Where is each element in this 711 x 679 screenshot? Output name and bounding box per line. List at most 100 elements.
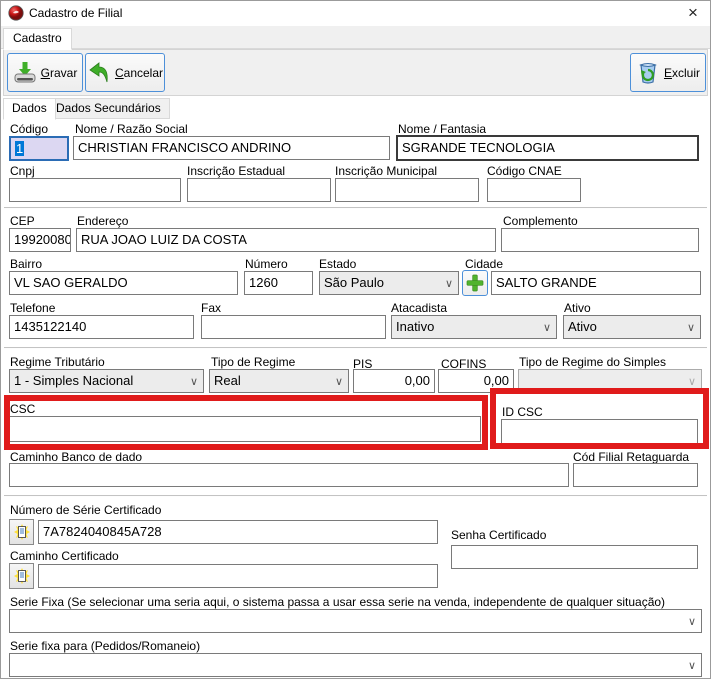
chevron-down-icon: ∨ (688, 612, 696, 632)
caminho-certificado-field[interactable] (38, 564, 438, 588)
telefone-label: Telefone (10, 301, 55, 315)
serie-fixa-para-dropdown[interactable]: ∨ (9, 653, 702, 677)
numero-serie-certificado-label: Número de Série Certificado (10, 503, 161, 517)
senha-certificado-label: Senha Certificado (451, 528, 546, 542)
tipo-regime-dropdown[interactable]: Real ∨ (209, 369, 349, 393)
chevron-down-icon: ∨ (687, 318, 695, 338)
cnpj-field[interactable] (9, 178, 181, 202)
endereco-label: Endereço (77, 214, 128, 228)
pis-field[interactable]: 0,00 (353, 369, 435, 393)
serie-fixa-dropdown[interactable]: ∨ (9, 609, 702, 633)
form-dados: Código Nome / Razão Social Nome / Fantas… (1, 119, 710, 679)
plus-icon (466, 274, 484, 292)
chevron-down-icon: ∨ (335, 372, 343, 392)
cod-filial-retaguarda-label: Cód Filial Retaguarda (573, 450, 689, 464)
endereco-field[interactable]: RUA JOAO LUIZ DA COSTA (76, 228, 496, 252)
caminho-banco-label: Caminho Banco de dado (10, 450, 142, 464)
title-bar: Cadastro de Filial × (1, 1, 710, 26)
caminho-certificado-label: Caminho Certificado (10, 549, 119, 563)
chevron-down-icon: ∨ (543, 318, 551, 338)
save-drive-icon (13, 61, 37, 85)
complemento-field[interactable] (501, 228, 699, 252)
cep-field[interactable]: 19920080 (9, 228, 71, 252)
tipo-regime-simples-label: Tipo de Regime do Simples (519, 355, 666, 369)
excluir-button[interactable]: Excluir (630, 53, 706, 92)
cod-filial-retaguarda-field[interactable] (573, 463, 698, 487)
file-browse-icon (14, 568, 30, 584)
chevron-down-icon: ∨ (445, 274, 453, 294)
browse-serie-button[interactable] (9, 519, 34, 545)
separator (4, 207, 707, 209)
razao-social-field[interactable]: CHRISTIAN FRANCISCO ANDRINO (73, 136, 390, 160)
id-csc-field[interactable] (501, 419, 698, 445)
numero-field[interactable]: 1260 (244, 271, 313, 295)
inscricao-estadual-field[interactable] (187, 178, 331, 202)
csc-field[interactable] (9, 416, 481, 442)
inscricao-municipal-label: Inscrição Municipal (335, 164, 437, 178)
chevron-down-icon: ∨ (688, 656, 696, 676)
serie-fixa-para-label: Serie fixa para (Pedidos/Romaneio) (10, 639, 200, 653)
razao-social-label: Nome / Razão Social (75, 122, 188, 136)
codigo-cnae-field[interactable] (487, 178, 581, 202)
atacadista-label: Atacadista (391, 301, 447, 315)
chevron-down-icon: ∨ (688, 372, 696, 392)
fax-field[interactable] (201, 315, 386, 339)
inscricao-municipal-field[interactable] (335, 178, 479, 202)
codigo-cnae-label: Código CNAE (487, 164, 562, 178)
regime-tributario-label: Regime Tributário (10, 355, 105, 369)
add-city-button[interactable] (462, 270, 488, 296)
outer-tabstrip: Cadastro (1, 26, 710, 49)
fantasia-field[interactable]: SGRANDE TECNOLOGIA (396, 135, 699, 161)
atacadista-value: Inativo (396, 319, 434, 334)
numero-label: Número (245, 257, 288, 271)
fantasia-label: Nome / Fantasia (398, 122, 486, 136)
tipo-regime-value: Real (214, 373, 241, 388)
browse-caminho-button[interactable] (9, 563, 34, 589)
bairro-label: Bairro (10, 257, 42, 271)
serie-fixa-label: Serie Fixa (Se selecionar uma seria aqui… (10, 595, 665, 609)
excluir-label: Excluir (664, 66, 700, 80)
tab-cadastro[interactable]: Cadastro (3, 28, 72, 50)
caminho-banco-field[interactable] (9, 463, 569, 487)
cancelar-label: Cancelar (115, 66, 163, 80)
close-icon[interactable]: × (676, 1, 710, 26)
app-logo-icon (8, 5, 24, 21)
regime-tributario-dropdown[interactable]: 1 - Simples Nacional∨ (9, 369, 204, 393)
estado-dropdown[interactable]: São Paulo ∨ (319, 271, 459, 295)
codigo-label: Código (10, 122, 48, 136)
atacadista-dropdown[interactable]: Inativo ∨ (391, 315, 557, 339)
window-cadastro-de-filial: Cadastro de Filial × Cadastro Gravar Can… (0, 0, 711, 679)
inscricao-estadual-label: Inscrição Estadual (187, 164, 285, 178)
ativo-dropdown[interactable]: Ativo ∨ (563, 315, 701, 339)
tab-dados[interactable]: Dados (3, 98, 56, 120)
ativo-value: Ativo (568, 319, 597, 334)
window-title: Cadastro de Filial (29, 6, 122, 20)
ativo-label: Ativo (564, 301, 591, 315)
recycle-bin-icon (636, 61, 660, 85)
gravar-button[interactable]: Gravar (7, 53, 83, 92)
cofins-field[interactable]: 0,00 (438, 369, 514, 393)
senha-certificado-field[interactable] (451, 545, 698, 569)
tab-dados-secundarios[interactable]: Dados Secundários (47, 98, 170, 119)
csc-label: CSC (10, 402, 35, 416)
estado-value: São Paulo (324, 275, 384, 290)
undo-arrow-icon (87, 61, 111, 85)
file-browse-icon (14, 524, 30, 540)
numero-serie-certificado-field[interactable]: 7A7824040845A728 (38, 520, 438, 544)
cidade-label: Cidade (465, 257, 503, 271)
cidade-field[interactable]: SALTO GRANDE (491, 271, 701, 295)
estado-label: Estado (319, 257, 356, 271)
gravar-label: Gravar (41, 66, 78, 80)
inner-tabstrip: Dados Dados Secundários (1, 98, 710, 119)
codigo-value: 1 (15, 141, 24, 156)
codigo-field[interactable]: 1 (9, 136, 69, 161)
complemento-label: Complemento (503, 214, 578, 228)
bairro-field[interactable]: VL SAO GERALDO (9, 271, 238, 295)
toolbar: Gravar Cancelar Excluir (3, 49, 708, 96)
chevron-down-icon: ∨ (190, 372, 198, 392)
separator (4, 495, 707, 497)
tipo-regime-simples-dropdown[interactable]: ∨ (518, 369, 702, 393)
id-csc-label: ID CSC (502, 405, 543, 419)
telefone-field[interactable]: 1435122140 (9, 315, 194, 339)
cancelar-button[interactable]: Cancelar (85, 53, 165, 92)
